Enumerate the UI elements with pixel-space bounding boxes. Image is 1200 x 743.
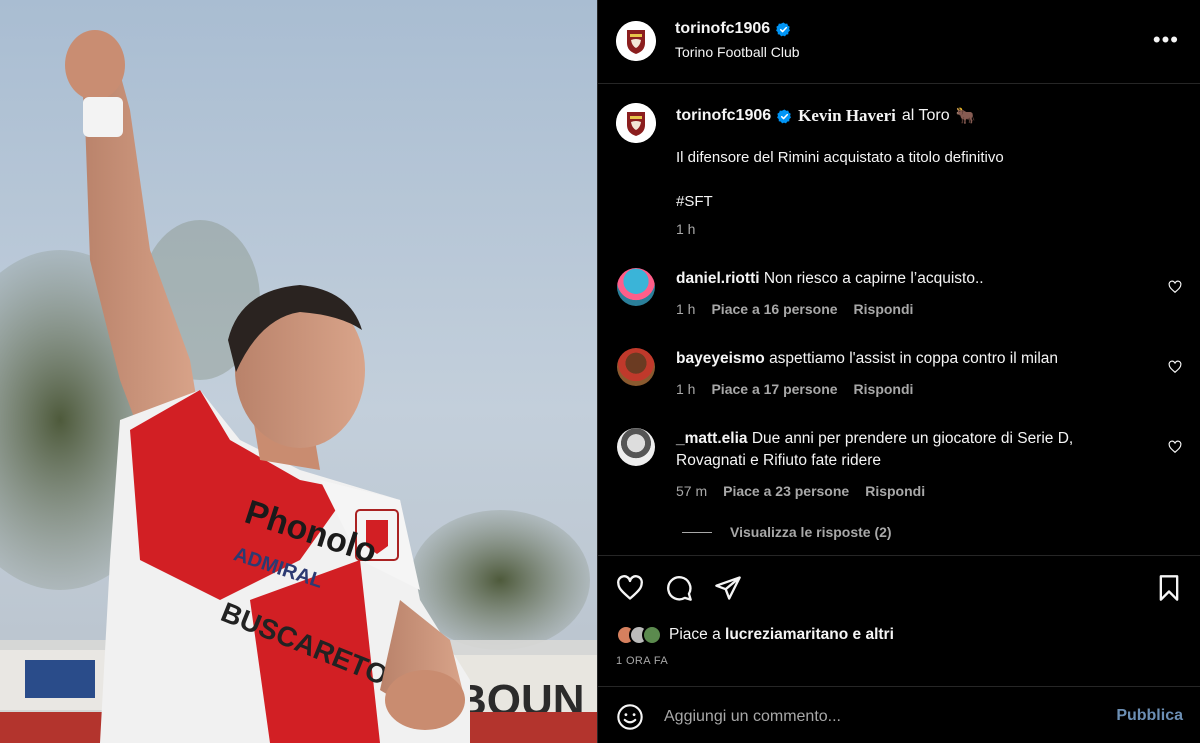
username-link[interactable]: torinofc1906 (675, 20, 770, 38)
comment-time: 57 m (676, 483, 708, 499)
reply-button[interactable]: Rispondi (854, 301, 914, 317)
avatar (642, 625, 662, 645)
comment-like-heart-icon[interactable] (1168, 280, 1182, 294)
post-panel: torinofc1906 Torino Football Club ••• to… (597, 0, 1200, 743)
verified-icon (777, 108, 792, 123)
comment-text: bayeyeismo aspettiamo l'assist in coppa … (676, 348, 1146, 370)
action-bar (598, 555, 1200, 687)
comment-icon[interactable] (665, 574, 693, 602)
comment-body: aspettiamo l'assist in coppa contro il m… (769, 350, 1059, 367)
caption-timestamp: 1 h (676, 221, 696, 237)
account-full-name: Torino Football Club (675, 44, 800, 60)
reply-button[interactable]: Rispondi (865, 483, 925, 499)
caption-rest: al Toro (901, 107, 950, 124)
torino-logo-icon[interactable] (616, 21, 656, 61)
comment-body: Non riesco a capirne l’acquisto.. (763, 270, 984, 287)
view-replies-label[interactable]: Visualizza le risposte (2) (730, 524, 892, 540)
comment-username[interactable]: daniel.riotti (676, 270, 760, 287)
liked-by-user[interactable]: lucreziamaritano (725, 626, 848, 643)
post-header: torinofc1906 Torino Football Club ••• (598, 0, 1200, 84)
caption-player-name: Kevin Haveri (798, 106, 896, 125)
account-username[interactable]: torinofc1906 (675, 20, 791, 38)
player-photo: BOUN Phonolo ADMIRAL BUSCARETO (0, 0, 597, 743)
comment-meta: 57 m Piace a 23 persone Rispondi (676, 483, 925, 499)
liked-by-others[interactable]: e altri (853, 626, 894, 643)
caption-time: 1 h (676, 221, 695, 237)
comment-composer: Pubblica (598, 686, 1200, 743)
comment-likes[interactable]: Piace a 16 persone (711, 301, 837, 317)
verified-icon (776, 21, 791, 36)
caption-hashtag[interactable]: #SFT (676, 193, 713, 210)
more-icon[interactable]: ••• (1153, 29, 1179, 51)
comment-text: _matt.elia Due anni per prendere un gioc… (676, 428, 1146, 472)
caption-avatar-logo-icon[interactable] (616, 103, 656, 143)
comment-likes[interactable]: Piace a 23 persone (723, 483, 849, 499)
share-icon[interactable] (714, 574, 742, 602)
emoji-icon[interactable] (616, 703, 644, 731)
comment-time: 1 h (676, 381, 696, 397)
liked-by-text: Piace a lucreziamaritano e altri (669, 626, 894, 644)
comment-time: 1 h (676, 301, 696, 317)
comment-meta: 1 h Piace a 17 persone Rispondi (676, 381, 913, 397)
liked-by-row: Piace a lucreziamaritano e altri (616, 625, 894, 645)
avatar[interactable] (617, 348, 655, 386)
caption-username[interactable]: torinofc1906 (676, 107, 771, 125)
comment-meta: 1 h Piace a 16 persone Rispondi (676, 301, 913, 317)
post-timestamp: 1 ORA FA (616, 655, 669, 667)
comment-username[interactable]: bayeyeismo (676, 350, 765, 367)
bookmark-icon[interactable] (1155, 574, 1183, 602)
replies-divider (682, 531, 712, 533)
comment-like-heart-icon[interactable] (1168, 440, 1182, 454)
publish-button[interactable]: Pubblica (1116, 707, 1183, 725)
caption-first-line: torinofc1906 Kevin Haveri al Toro 🐂 (676, 106, 976, 126)
heart-icon[interactable] (616, 574, 644, 602)
comment-likes[interactable]: Piace a 17 persone (711, 381, 837, 397)
bull-emoji: 🐂 (955, 108, 976, 125)
avatar[interactable] (617, 268, 655, 306)
liked-by-prefix: Piace a (669, 626, 721, 643)
avatar[interactable] (617, 428, 655, 466)
reply-button[interactable]: Rispondi (854, 381, 914, 397)
view-replies-button[interactable]: Visualizza le risposte (2) (682, 524, 892, 540)
comment-input[interactable] (664, 703, 1084, 731)
caption-body: Il difensore del Rimini acquistato a tit… (676, 149, 1004, 166)
comment-like-heart-icon[interactable] (1168, 360, 1182, 374)
post-photo: BOUN Phonolo ADMIRAL BUSCARETO (0, 0, 597, 743)
comment-text: daniel.riotti Non riesco a capirne l’acq… (676, 268, 1146, 290)
comment-username[interactable]: _matt.elia (676, 430, 748, 447)
